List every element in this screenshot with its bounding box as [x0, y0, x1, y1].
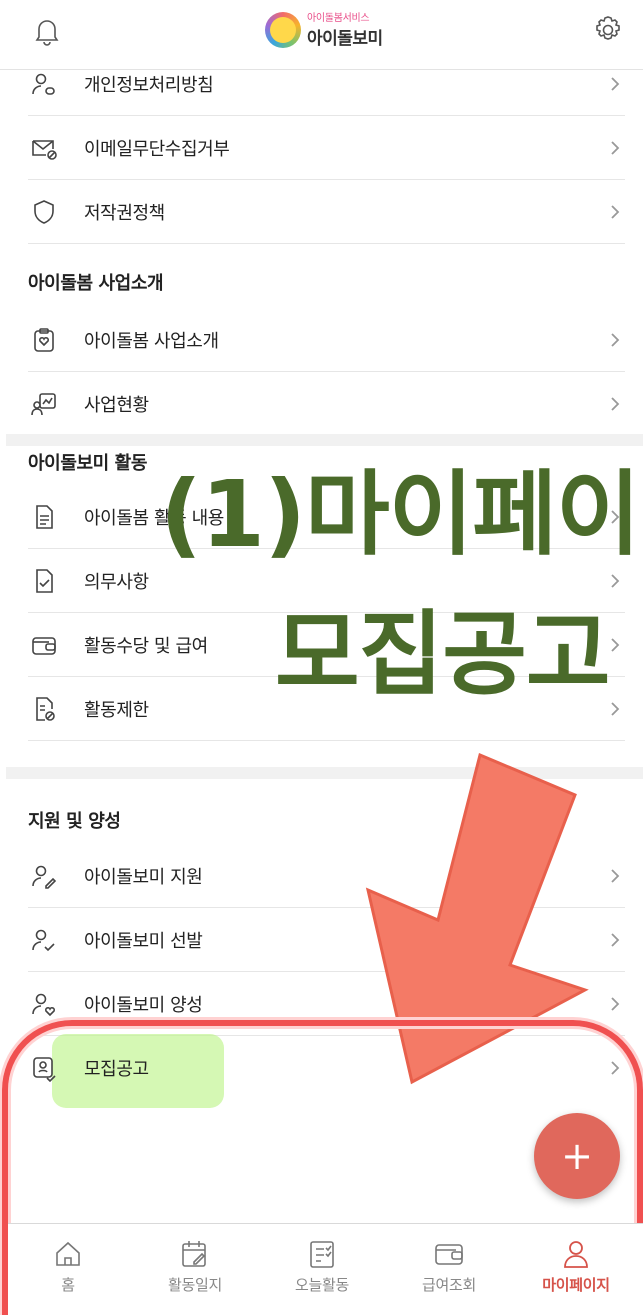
nav-label: 오늘활동 — [294, 1276, 349, 1294]
section-title-support: 지원 및 양성 — [28, 811, 121, 832]
nav-item-today-activity[interactable]: 오늘활동 — [262, 1224, 382, 1315]
list-item-label: 아이돌봄 사업소개 — [84, 330, 219, 352]
chart-person-icon — [31, 392, 56, 415]
chevron-right-icon — [611, 573, 620, 588]
chevron-right-icon — [611, 204, 620, 219]
wallet-icon — [32, 636, 56, 655]
gear-icon[interactable] — [590, 12, 626, 48]
list-item-privacy[interactable]: 개인정보처리방침 — [28, 52, 625, 116]
calendar-edit-icon — [182, 1241, 206, 1267]
clipboard-heart-icon — [34, 327, 54, 352]
nav-label: 홈 — [61, 1276, 75, 1294]
checklist-icon — [310, 1241, 334, 1268]
plus-icon: + — [561, 1134, 593, 1178]
list-item-label: 이메일무단수집거부 — [84, 138, 230, 160]
list-item-label: 의무사항 — [84, 571, 149, 593]
nav-label: 활동일지 — [167, 1276, 222, 1294]
user-edit-icon — [32, 865, 57, 889]
list-item-label: 활동수당 및 급여 — [84, 635, 208, 657]
annotation-text-line2: 모집공고 — [275, 601, 611, 708]
chevron-right-icon — [611, 76, 620, 91]
document-block-icon — [36, 696, 55, 721]
chevron-right-icon — [611, 637, 620, 652]
list-item-copyright[interactable]: 저작권정책 — [28, 180, 625, 244]
person-icon — [564, 1241, 588, 1268]
section-title-business: 아이돌봄 사업소개 — [28, 273, 164, 294]
wallet-icon — [435, 1244, 463, 1265]
list-item-label: 사업현황 — [84, 394, 149, 416]
add-fab-button[interactable]: + — [534, 1113, 620, 1199]
chevron-right-icon — [611, 701, 620, 716]
nav-item-pay[interactable]: 급여조회 — [389, 1224, 509, 1315]
shield-icon — [34, 199, 54, 224]
home-icon — [56, 1241, 80, 1266]
list-item-label: 활동제한 — [84, 699, 149, 721]
user-heart-icon — [32, 993, 56, 1016]
nav-item-activity-log[interactable]: 활동일지 — [135, 1224, 255, 1315]
logo-title: 아이돌보미 — [307, 29, 383, 49]
chevron-right-icon — [611, 396, 620, 411]
nav-item-home[interactable]: 홈 — [8, 1224, 128, 1315]
user-lock-icon — [32, 73, 55, 95]
list-item-email[interactable]: 이메일무단수집거부 — [28, 116, 625, 180]
list-item-label: 아이돌보미 선발 — [84, 930, 203, 952]
nav-item-mypage[interactable]: 마이페이지 — [516, 1224, 636, 1315]
nav-label: 급여조회 — [421, 1276, 476, 1294]
logo-mark — [265, 12, 301, 48]
logo-subtitle: 아이돌봄서비스 — [307, 13, 370, 24]
chevron-right-icon — [611, 140, 620, 155]
list-item-label: 개인정보처리방침 — [84, 74, 214, 96]
bell-icon[interactable] — [30, 14, 64, 48]
list-item-label: 아이돌보미 양성 — [84, 994, 203, 1016]
list-item-label: 저작권정책 — [84, 202, 165, 224]
list-item-label: 아이돌보미 지원 — [84, 866, 203, 888]
mail-block-icon — [32, 139, 57, 160]
document-icon — [36, 504, 53, 529]
nav-label: 마이페이지 — [542, 1276, 610, 1294]
section-title-activity: 아이돌보미 활동 — [28, 453, 147, 474]
chevron-right-icon — [611, 332, 620, 347]
user-check-icon — [32, 929, 55, 951]
checklist-icon — [36, 568, 53, 593]
annotation-text-line1: (1)마이페이 — [160, 461, 641, 568]
list-item-business-intro[interactable]: 아이돌봄 사업소개 — [28, 308, 625, 372]
list-item-business-status[interactable]: 사업현황 — [28, 372, 625, 436]
app-logo[interactable]: 아이돌봄서비스 아이돌보미 — [265, 9, 395, 53]
bottom-nav: 홈 활동일지 오늘활동 급여조회 마이페이지 — [8, 1223, 643, 1315]
